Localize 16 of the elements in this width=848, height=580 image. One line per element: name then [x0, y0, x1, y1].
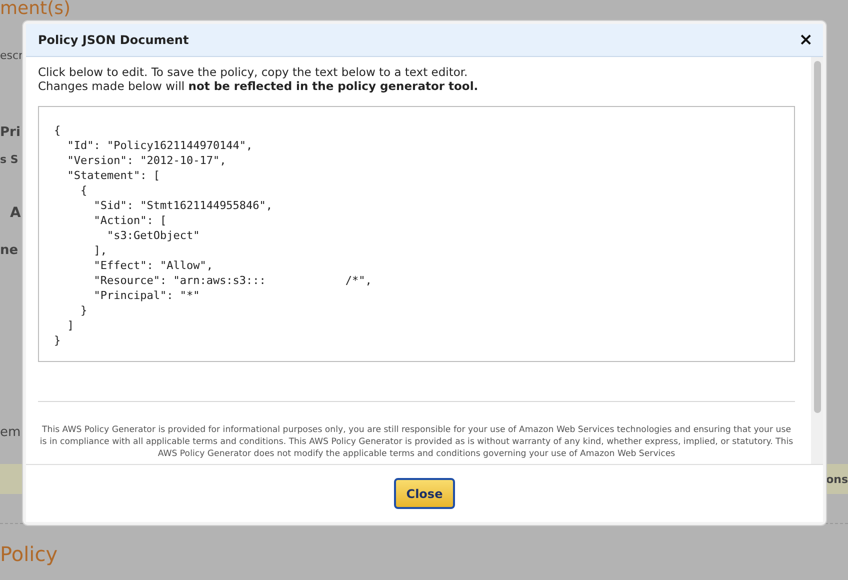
section-heading: Policy: [0, 541, 58, 568]
dialog-title: Policy JSON Document: [38, 32, 189, 49]
page-text: em: [0, 424, 21, 442]
disclaimer-text: This AWS Policy Generator is provided for informational purposes only, you are still responsible for your use of Amazon Web Services technologies and ensuring that your use is in compliance with all applicable terms and conditions. This AWS Policy Generator is provided as is without warranty of any kind, whether express, implied, or statutory. This AWS Policy Generator does not modify the applicable terms and conditions governing your use of Amazon Web Services: [38, 424, 794, 460]
page-text: ons: [826, 472, 848, 488]
page-text: s S: [0, 152, 18, 168]
instruction-text: Changes made below will not be reflected in the policy generator tool.: [38, 79, 480, 93]
page-text: ne: [0, 242, 18, 260]
page-heading: ment(s): [0, 0, 70, 18]
scrollbar[interactable]: [811, 57, 823, 464]
policy-text-area[interactable]: { "Id": "Policy1621144970144", "Version": "2012-10-17", "Statement": [ { "Sid": "Stmt1621144955846", "Action": [ "s3:GetObject" ], "Effect": "Allow", "Resource": "arn:aws:s3::: /*", "Principal": "*" } ] }: [38, 106, 795, 362]
page-text: Pri: [0, 124, 20, 142]
page-text: escr: [0, 48, 24, 64]
instruction-text: Click below to edit. To save the policy, copy the text below to a text editor.: [38, 65, 469, 79]
page-text: A: [10, 204, 21, 223]
close-button[interactable]: Close: [394, 478, 455, 509]
